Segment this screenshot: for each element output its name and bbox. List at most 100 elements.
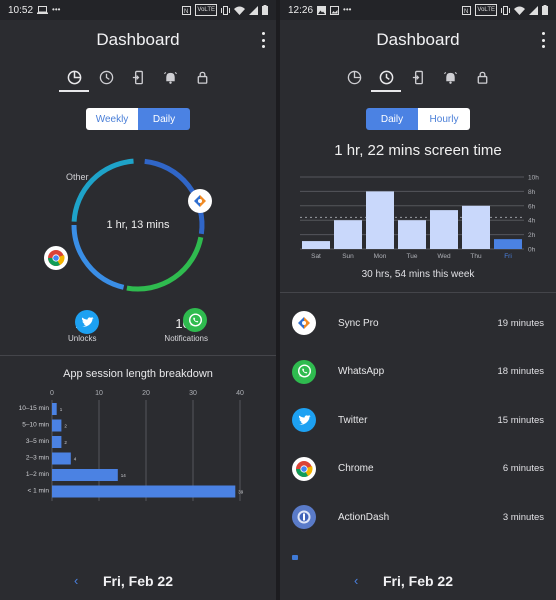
bar-value-label: 2: [64, 440, 67, 445]
current-date[interactable]: Fri, Feb 22: [383, 573, 453, 589]
tab-unlocks[interactable]: [127, 62, 149, 92]
lock-icon: [477, 71, 487, 84]
session-bar[interactable]: [52, 419, 62, 432]
chrome-icon[interactable]: [44, 246, 68, 270]
app-name: WhatsApp: [338, 366, 385, 378]
twitter-icon[interactable]: [75, 310, 99, 334]
previous-day-button[interactable]: ‹: [74, 573, 78, 588]
y-category-label: 2–3 min: [26, 455, 50, 462]
range-toggle: Daily Hourly: [280, 108, 556, 130]
usage-donut-chart: Other 1 hr, 13 mins: [0, 132, 276, 334]
wifi-icon: [514, 6, 525, 15]
app-name: ActionDash: [338, 511, 390, 523]
volte-icon: VoLTE: [195, 4, 217, 16]
app-name: Sync Pro: [338, 317, 379, 329]
tab-unlocks[interactable]: [407, 62, 429, 92]
weekly-toggle-button[interactable]: Weekly: [86, 108, 138, 130]
session-bar[interactable]: [52, 485, 236, 498]
y-tick-label: 8h: [528, 189, 536, 196]
day-bar[interactable]: [366, 191, 394, 249]
battery-icon: [262, 5, 268, 15]
list-item[interactable]: Chrome 6 minutes: [280, 445, 556, 494]
app-usage-list: Sync Pro 19 minutes WhatsApp 18 minutes …: [280, 299, 556, 542]
sync-pro-icon[interactable]: [188, 189, 212, 213]
battery-icon: [542, 5, 548, 15]
day-bar[interactable]: [398, 220, 426, 249]
bell-icon: [443, 71, 457, 84]
hourly-toggle-button[interactable]: Hourly: [418, 108, 470, 130]
session-bar[interactable]: [52, 403, 57, 415]
other-segment-label: Other: [66, 172, 89, 182]
image-icon: [317, 5, 327, 15]
x-tick-label: Sat: [311, 253, 321, 260]
donut-segment-whatsapp: [126, 236, 204, 292]
more-dots-icon: •••: [343, 5, 352, 14]
y-tick-label: 0h: [528, 247, 536, 254]
list-item[interactable]: ActionDash 3 minutes: [280, 493, 556, 542]
week-total: 30 hrs, 54 mins this week: [361, 269, 475, 280]
page-title: Dashboard: [376, 30, 460, 49]
session-breakdown-title: App session length breakdown: [63, 368, 213, 380]
daily-toggle-button[interactable]: Daily: [138, 108, 190, 130]
signal-icon: [529, 5, 538, 15]
y-tick-label: 6h: [528, 203, 536, 210]
section-divider: [0, 355, 276, 356]
daily-toggle-button[interactable]: Daily: [366, 108, 418, 130]
overflow-menu-icon[interactable]: [540, 32, 546, 48]
clock-icon: [379, 70, 393, 84]
status-bar: 12:26 ••• N VoLTE: [280, 0, 556, 20]
day-bar[interactable]: [334, 220, 362, 249]
previous-day-button[interactable]: ‹: [354, 573, 358, 588]
clock-icon: [99, 70, 113, 84]
status-time: 12:26: [288, 4, 314, 16]
vibrate-icon: [221, 5, 230, 15]
tab-focus[interactable]: [471, 62, 493, 92]
y-tick-label: 4h: [528, 218, 536, 225]
tab-bar: [0, 60, 276, 94]
svg-text:N: N: [464, 9, 468, 15]
phone-unlock-icon: [412, 70, 423, 84]
x-tick-label: Mon: [374, 253, 387, 260]
section-divider: [280, 292, 556, 293]
session-bar[interactable]: [52, 436, 62, 448]
session-bar[interactable]: [52, 452, 71, 465]
tab-notifications[interactable]: [159, 62, 181, 92]
list-item[interactable]: Twitter 15 minutes: [280, 396, 556, 445]
list-item[interactable]: WhatsApp 18 minutes: [280, 348, 556, 397]
day-bar[interactable]: [302, 241, 330, 249]
app-header: Dashboard: [280, 20, 556, 60]
tab-notifications[interactable]: [439, 62, 461, 92]
tab-usage[interactable]: [95, 62, 117, 92]
donut-segment-other: [71, 158, 134, 222]
gallery-icon: [330, 5, 340, 15]
x-tick-label: 10: [95, 390, 103, 397]
tab-focus[interactable]: [191, 62, 213, 92]
day-bar[interactable]: [494, 239, 522, 249]
day-bar[interactable]: [462, 205, 490, 249]
list-item[interactable]: Sync Pro 19 minutes: [280, 299, 556, 348]
x-tick-label: Sun: [342, 253, 354, 260]
y-category-label: 1–2 min: [26, 471, 50, 478]
current-date[interactable]: Fri, Feb 22: [103, 573, 173, 589]
tab-overview[interactable]: [343, 62, 365, 92]
whatsapp-icon[interactable]: [183, 308, 207, 332]
stats-row: 17 Unlocks 105 Notifications: [0, 316, 276, 343]
pie-chart-icon: [67, 70, 81, 84]
y-category-label: 3–5 min: [26, 438, 50, 445]
tab-usage[interactable]: [371, 62, 401, 92]
tab-overview[interactable]: [59, 62, 89, 92]
actiondash-icon: [292, 505, 316, 530]
bar-value-label: 39: [238, 490, 244, 495]
app-time: 18 minutes: [497, 366, 544, 378]
session-bar[interactable]: [52, 469, 118, 481]
bar-value-label: 4: [74, 457, 77, 462]
day-bar[interactable]: [430, 210, 458, 249]
x-tick-label: 30: [189, 390, 197, 397]
date-footer: ‹ Fri, Feb 22: [280, 562, 556, 600]
y-tick-label: 2h: [528, 232, 536, 239]
nfc-icon: N: [182, 5, 192, 15]
unlocks-label: Unlocks: [67, 334, 97, 343]
overflow-menu-icon[interactable]: [260, 32, 266, 48]
bell-icon: [163, 71, 177, 84]
bar-value-label: 14: [121, 473, 127, 478]
